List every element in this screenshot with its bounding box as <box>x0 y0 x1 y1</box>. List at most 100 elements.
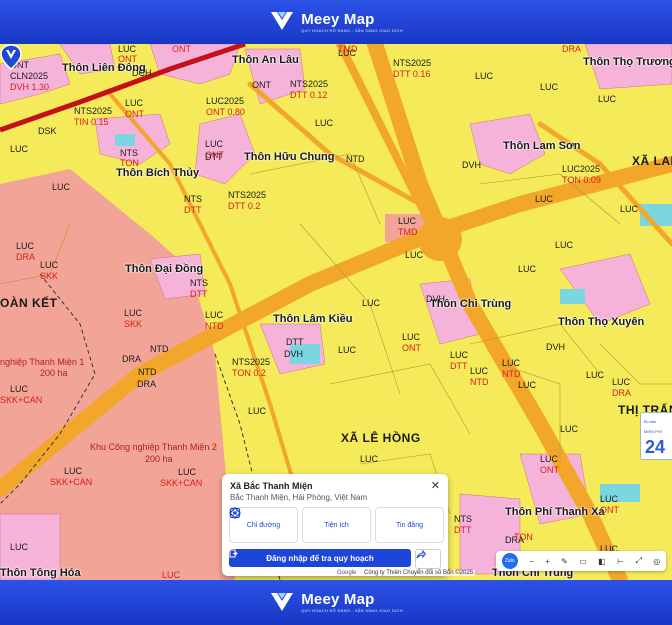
land-code: SKK <box>124 319 143 329</box>
google-attribution: Google <box>337 570 357 576</box>
land-code: ONT <box>540 465 559 475</box>
brand-name: Meey Map <box>301 10 375 28</box>
footer-bar: Meey Map QUY HOẠCH RÕ RÀNG - SẴN SÀNG GI… <box>0 580 672 625</box>
card-address: Bắc Thanh Miện, Hải Phòng, Việt Nam <box>230 493 368 502</box>
land-code: DTT <box>454 525 472 535</box>
close-icon[interactable]: ✕ <box>431 479 440 492</box>
login-to-check-planning-button[interactable]: Đăng nhập để tra quy hoạch <box>229 549 411 567</box>
land-code: DTT 0.2 <box>228 201 261 211</box>
land-code: DSK <box>38 126 57 136</box>
land-code: TMD <box>338 44 358 54</box>
ruler-icon[interactable]: ⊢ <box>617 557 624 566</box>
land-code: LUC <box>402 332 421 342</box>
map-canvas[interactable]: Thôn An Lâu Thôn Liên Đông Thôn Bích Thủ… <box>0 44 672 580</box>
land-code: LUC <box>16 241 35 251</box>
land-code: LUC <box>600 494 619 504</box>
industrial-label: 200 ha <box>145 454 173 464</box>
header-bar: Meey Map QUY HOẠCH RÕ RÀNG - SẴN SÀNG GI… <box>0 0 672 44</box>
land-code: LUC <box>405 250 424 260</box>
land-code: LUC <box>248 406 267 416</box>
fullscreen-icon[interactable]: ⤢ <box>635 556 641 566</box>
land-code: NTS <box>190 278 208 288</box>
share-icon <box>416 550 426 559</box>
land-code: DRA <box>122 354 142 364</box>
land-code: LUC <box>118 44 137 54</box>
land-code: LUC <box>10 542 29 552</box>
zalo-button[interactable]: Zalo <box>501 553 518 569</box>
live-badge[interactable]: Bị cấm MIỀN PHÍ 24 <box>640 412 672 460</box>
land-code: LUC2025 <box>206 96 245 106</box>
land-code: LUC <box>475 71 494 81</box>
land-code: NTD <box>346 154 365 164</box>
land-code: DRA <box>562 44 582 54</box>
share-button[interactable] <box>415 549 441 569</box>
land-code: DVH <box>462 160 482 170</box>
land-code: LUC <box>560 424 579 434</box>
land-code: LUC <box>178 467 197 477</box>
land-code: DTT <box>286 337 304 347</box>
land-code: LUC <box>124 308 143 318</box>
listings-label: Tin đăng <box>396 521 423 529</box>
meey-logo-icon <box>271 12 294 30</box>
land-code: LUC <box>540 454 559 464</box>
land-code: DTT 0.16 <box>393 69 431 79</box>
locate-icon[interactable]: ◎ <box>653 557 660 566</box>
land-code: NTS2025 <box>232 357 271 367</box>
directions-label: Chỉ đường <box>246 521 281 529</box>
land-code: LUC2025 <box>562 164 601 174</box>
commune-label: XÃ LÊ HỒNG <box>341 431 421 445</box>
compare-icon[interactable]: ◧ <box>598 557 606 566</box>
land-code: LUC <box>10 144 29 154</box>
land-code: LUC <box>450 350 469 360</box>
land-code: DVH <box>426 294 446 304</box>
land-code: LUC <box>338 345 357 355</box>
brand-logo[interactable]: Meey Map QUY HOẠCH RÕ RÀNG - SẴN SÀNG GI… <box>269 10 403 34</box>
land-code: DTT <box>205 152 223 162</box>
listings-button[interactable]: Tin đăng <box>229 507 444 543</box>
badge-line1: Bị cấm <box>644 419 657 424</box>
layers-icon[interactable]: ▭ <box>579 557 587 566</box>
land-code: NTD <box>150 344 169 354</box>
land-code: SKK+CAN <box>50 477 93 487</box>
commune-label: XÃ LAN <box>632 154 672 168</box>
land-code: LUC <box>205 139 224 149</box>
brand-name: Meey Map <box>301 591 375 608</box>
land-code: NTS2025 <box>393 58 432 68</box>
location-info-card: Xã Bắc Thanh Miện Bắc Thanh Miện, Hải Ph… <box>222 474 448 576</box>
land-code: ONT <box>172 44 191 54</box>
land-code: NTS <box>120 148 138 158</box>
land-code: TON 0.09 <box>562 175 601 185</box>
card-actions: Chỉ đường Tiện ích Tin đăng <box>229 507 444 543</box>
land-code: LUC <box>598 94 617 104</box>
land-code: NTS <box>454 514 472 524</box>
land-code: LUC <box>502 358 521 368</box>
land-code: LUC <box>555 240 574 250</box>
land-code: SKK+CAN <box>0 395 43 405</box>
land-code: LUC <box>518 380 537 390</box>
village-label: Thôn Bích Thủy <box>116 167 200 179</box>
land-code: LUC <box>40 260 59 270</box>
zoom-out-button[interactable]: − <box>529 557 534 566</box>
brand-logo-footer: Meey Map QUY HOẠCH RÕ RÀNG - SẴN SÀNG GI… <box>269 591 403 615</box>
login-icon <box>229 549 238 558</box>
land-code: TMD <box>398 227 418 237</box>
land-code: DVH <box>284 349 304 359</box>
location-pin-icon[interactable] <box>0 44 22 70</box>
land-code: TON 0.2 <box>232 368 266 378</box>
pencil-icon[interactable]: ✎ <box>561 557 568 566</box>
land-code: LUC <box>362 298 381 308</box>
land-code: ONT <box>252 80 271 90</box>
land-code: TON <box>514 532 533 542</box>
land-code: LUC <box>540 82 559 92</box>
brand-tagline: QUY HOẠCH RÕ RÀNG - SẴN SÀNG GIAO DỊCH <box>301 27 403 33</box>
land-code: DTT 0.12 <box>290 90 328 100</box>
land-code: LUC <box>10 384 29 394</box>
copyright-text: Công ty Thiên Chuyển đổi số Bổn ©2025 <box>362 570 476 576</box>
land-code: LUC <box>315 118 334 128</box>
land-code: NTS2025 <box>290 79 329 89</box>
land-code: DRA <box>612 388 632 398</box>
zoom-in-button[interactable]: + <box>545 557 550 566</box>
land-code: LUC <box>360 454 379 464</box>
land-code: DTT <box>184 205 202 215</box>
utilities-button[interactable]: Tiện ích <box>229 507 371 543</box>
